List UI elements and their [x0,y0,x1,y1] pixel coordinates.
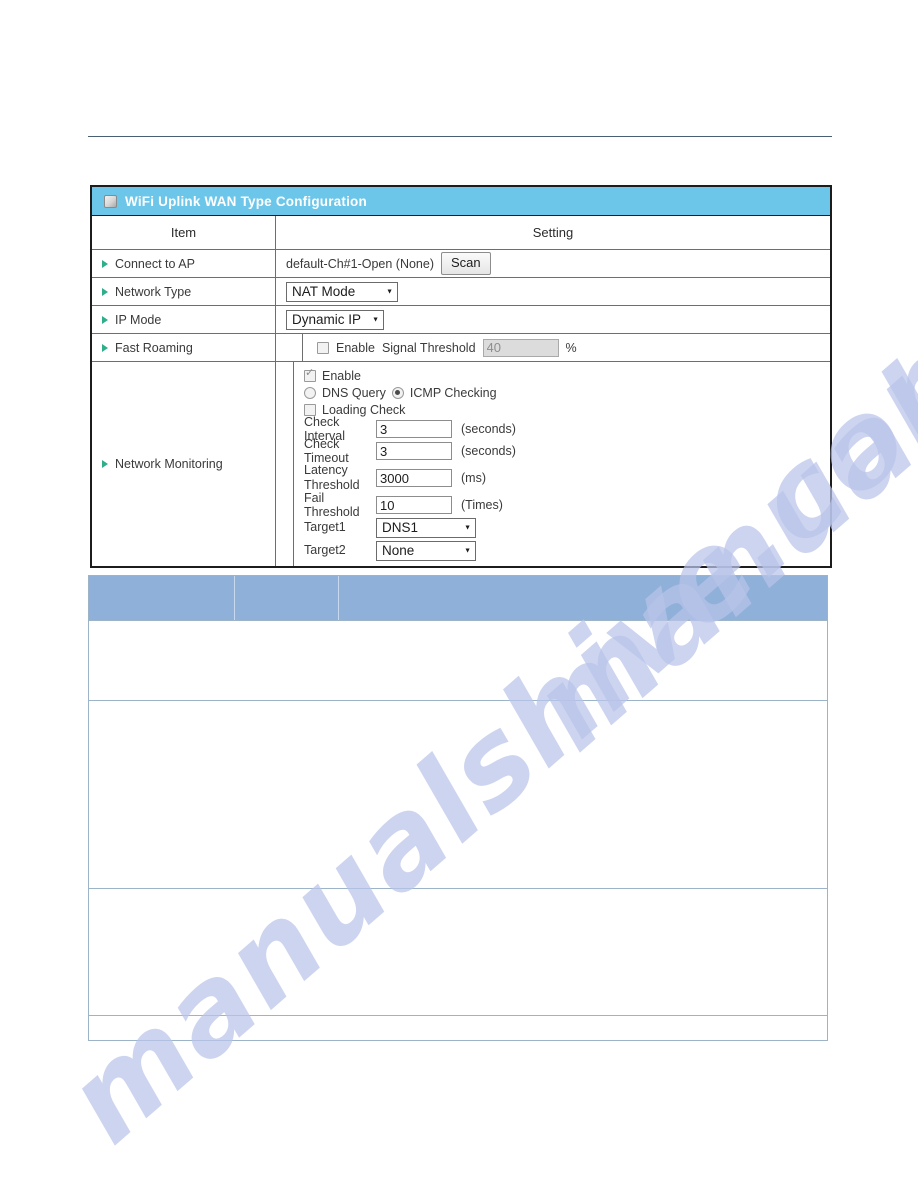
description-header-cell-3 [339,576,827,620]
setting-network-monitoring: Enable DNS Query ICMP Checking Loading C… [276,362,830,566]
field-check-timeout: Check Timeout (seconds) [304,437,830,465]
description-header-cell-2 [235,576,339,620]
field-target1: Target1 DNS1 [304,516,830,539]
dns-query-radio[interactable] [304,386,316,399]
panel-title: WiFi Uplink WAN Type Configuration [125,193,367,209]
label-network-monitoring: Network Monitoring [92,362,276,566]
setting-ip-mode: Dynamic IP [276,306,830,333]
monitoring-method-line: DNS Query ICMP Checking [304,384,830,401]
target1-select[interactable]: DNS1 [376,517,476,538]
target2-label: Target2 [304,543,346,558]
signal-threshold-input[interactable] [482,338,559,357]
table-row [89,1015,827,1040]
target1-label: Target1 [304,520,346,535]
table-row [89,700,827,888]
field-fail-threshold: Fail Threshold (Times) [304,491,830,519]
setting-connect-to-ap: default-Ch#1-Open (None) Scan [276,250,830,277]
triangle-bullet-icon [102,259,108,268]
connected-ap-value: default-Ch#1-Open (None) [286,256,434,271]
check-timeout-input[interactable] [376,442,452,460]
description-table [88,575,828,1041]
loading-check-checkbox[interactable] [304,403,316,416]
column-header-setting: Setting [532,225,574,240]
row-connect-to-ap: Connect to AP default-Ch#1-Open (None) S… [92,250,830,278]
fail-threshold-unit: (Times) [461,498,503,512]
signal-threshold-unit: % [565,340,577,355]
fail-threshold-label: Fail Threshold [304,490,360,519]
network-type-select[interactable]: NAT Mode [286,281,398,302]
label-fast-roaming: Fast Roaming [92,334,276,361]
latency-threshold-label: Latency Threshold [304,463,360,492]
row-fast-roaming: Fast Roaming Enable Signal Threshold % [92,334,830,362]
latency-threshold-unit: (ms) [461,471,486,485]
column-header-item: Item [92,216,276,249]
setting-fast-roaming: Enable Signal Threshold % [276,334,830,361]
row-network-type: Network Type NAT Mode [92,278,830,306]
network-monitoring-enable-label: Enable [322,368,361,383]
fail-threshold-input[interactable] [376,496,452,514]
row-ip-mode: IP Mode Dynamic IP [92,306,830,334]
network-monitoring-enable-checkbox[interactable] [304,368,316,382]
window-icon [104,194,117,208]
scan-button[interactable]: Scan [441,251,491,276]
signal-threshold-label: Signal Threshold [381,340,476,355]
wifi-uplink-wan-type-configuration-panel: WiFi Uplink WAN Type Configuration Item … [90,185,832,568]
description-header-cell-1 [89,576,235,620]
item-label: Network Monitoring [115,457,223,471]
label-network-type: Network Type [92,278,276,305]
item-label: Connect to AP [115,256,195,271]
check-timeout-unit: (seconds) [461,444,516,458]
triangle-bullet-icon [102,343,108,352]
label-ip-mode: IP Mode [92,306,276,333]
latency-threshold-input[interactable] [376,469,452,487]
item-label: Network Type [115,284,192,299]
page-top-divider [88,136,832,137]
item-label: IP Mode [115,312,162,327]
table-column-header-row: Item Setting [92,216,830,250]
fast-roaming-enable-label: Enable [336,340,375,355]
icmp-checking-radio[interactable] [391,386,404,399]
row-network-monitoring: Network Monitoring Enable DNS Query ICMP… [92,362,830,566]
check-interval-unit: (seconds) [461,422,516,436]
description-table-header-row [89,576,827,620]
icmp-checking-label: ICMP Checking [409,385,497,400]
table-row [89,620,827,700]
target2-select[interactable]: None [376,540,476,561]
setting-network-type: NAT Mode [276,278,830,305]
panel-header: WiFi Uplink WAN Type Configuration [92,187,830,216]
check-timeout-label: Check Timeout [304,436,349,465]
dns-query-label: DNS Query [322,385,386,400]
field-target2: Target2 None [304,539,830,562]
field-check-interval: Check Interval (seconds) [304,415,830,443]
network-monitoring-enable-line: Enable [304,367,830,384]
field-latency-threshold: Latency Threshold (ms) [304,462,830,494]
item-label: Fast Roaming [115,340,193,355]
triangle-bullet-icon [102,287,108,296]
label-connect-to-ap: Connect to AP [92,250,276,277]
ip-mode-select[interactable]: Dynamic IP [286,309,384,330]
table-row [89,888,827,1015]
fast-roaming-enable-checkbox[interactable] [317,341,329,354]
triangle-bullet-icon [102,460,108,468]
loading-check-line: Loading Check [304,401,830,418]
check-interval-input[interactable] [376,420,452,438]
triangle-bullet-icon [102,315,108,324]
